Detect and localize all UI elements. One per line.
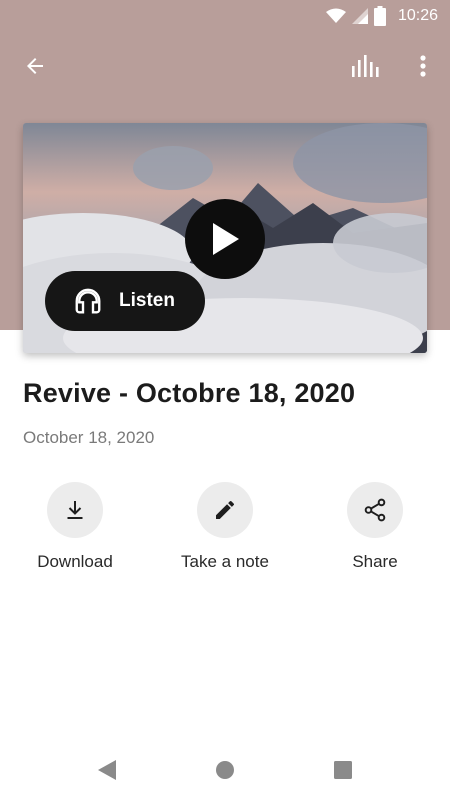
listen-button[interactable]: Listen <box>45 271 205 331</box>
download-icon <box>67 501 83 519</box>
play-icon <box>213 223 239 255</box>
share-circle[interactable] <box>347 482 403 538</box>
back-button[interactable] <box>14 45 56 87</box>
play-button[interactable] <box>185 199 265 279</box>
status-time: 10:26 <box>397 7 438 24</box>
nav-recents-button[interactable] <box>330 757 356 783</box>
circle-home-icon <box>216 761 234 779</box>
take-note-label: Take a note <box>181 552 269 571</box>
wifi-icon <box>325 8 346 23</box>
cell-signal-icon <box>351 8 368 24</box>
take-note-circle[interactable] <box>197 482 253 538</box>
equalizer-icon <box>352 55 379 77</box>
share-label: Share <box>352 552 398 571</box>
nav-back-button[interactable] <box>94 757 120 783</box>
system-nav-bar <box>0 740 450 800</box>
headphones-icon <box>75 288 101 314</box>
status-bar: 10:26 <box>0 0 450 32</box>
app-bar <box>0 40 450 90</box>
arrow-left-icon <box>27 58 43 74</box>
listen-label: Listen <box>119 290 175 311</box>
more-options-button[interactable] <box>404 45 442 87</box>
episode-date: October 18, 2020 <box>23 428 155 447</box>
episode-thumbnail[interactable]: Listen <box>23 123 427 353</box>
pencil-icon <box>216 500 234 519</box>
share-button[interactable]: Share <box>310 482 440 572</box>
battery-icon <box>373 6 386 26</box>
more-vert-icon <box>420 55 426 77</box>
take-note-button[interactable]: Take a note <box>160 482 290 572</box>
download-circle[interactable] <box>47 482 103 538</box>
share-icon <box>364 498 386 522</box>
episode-title: Revive - Octobre 18, 2020 <box>23 378 356 408</box>
nav-home-button[interactable] <box>212 757 238 783</box>
action-row: Download Take a note Share <box>0 482 450 582</box>
download-button[interactable]: Download <box>10 482 140 572</box>
download-label: Download <box>37 552 113 571</box>
triangle-back-icon <box>98 760 116 780</box>
equalizer-button[interactable] <box>346 45 388 87</box>
square-recents-icon <box>334 761 352 779</box>
